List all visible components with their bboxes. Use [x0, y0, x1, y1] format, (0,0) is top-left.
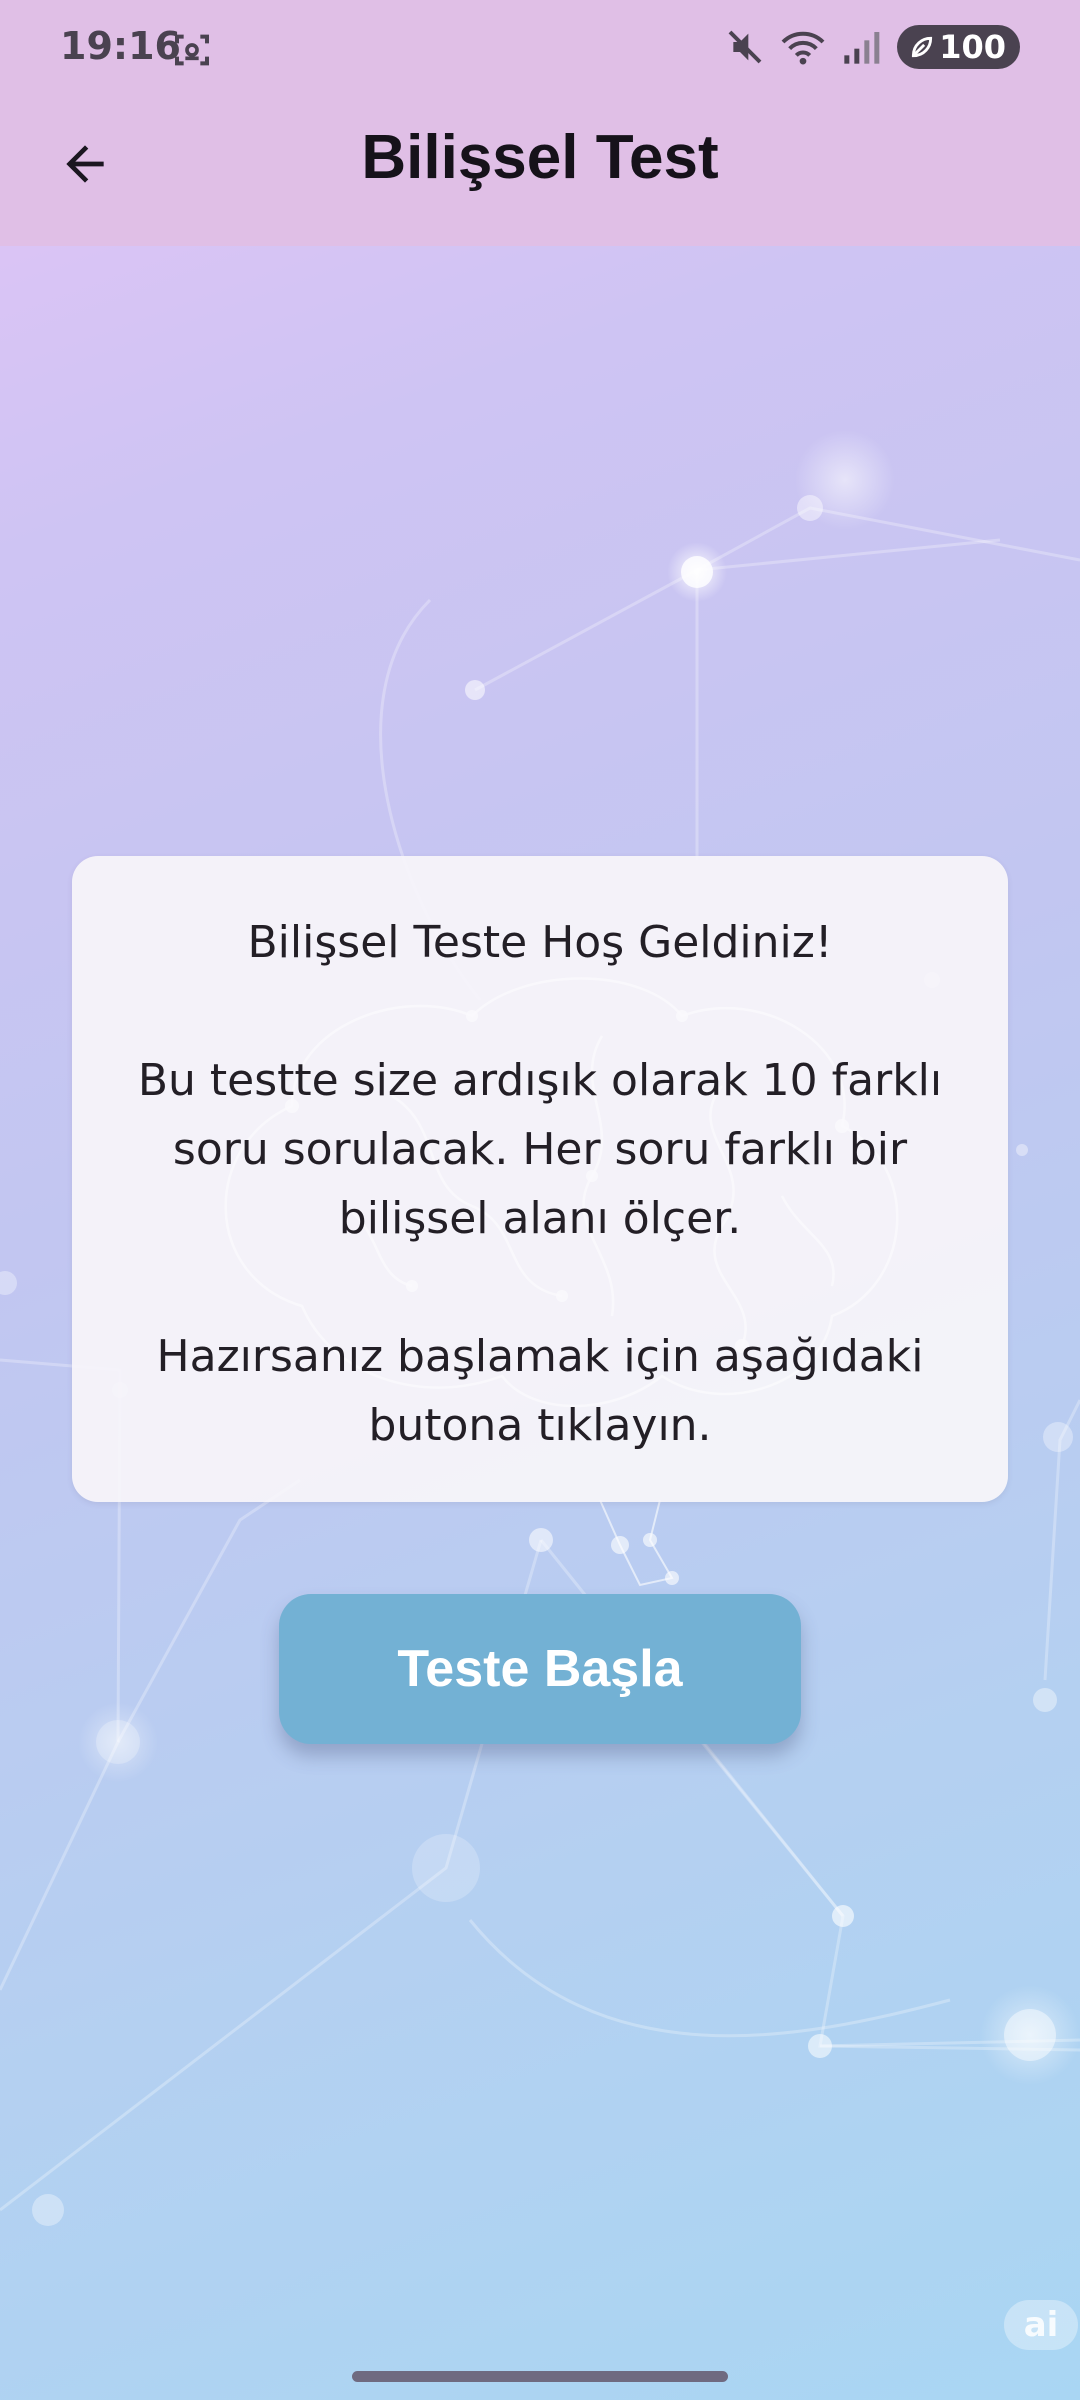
- screenshot-icon: [175, 34, 209, 66]
- mute-icon: [728, 30, 762, 64]
- card-heading: Bilişsel Teste Hoş Geldiniz!: [247, 917, 833, 968]
- status-icons: 100: [725, 24, 1020, 70]
- wifi-icon: [781, 31, 825, 65]
- card-description: Bu testte size ardışık olarak 10 farklı …: [137, 1055, 943, 1244]
- intro-card: Bilişsel Teste Hoş Geldiniz! Bu testte s…: [72, 856, 1008, 1502]
- battery-saver-icon: [912, 36, 933, 58]
- battery-level: 100: [939, 28, 1006, 66]
- status-time: 19:16: [60, 24, 181, 68]
- signal-icon: [844, 32, 880, 64]
- page-title: Bilişsel Test: [361, 123, 719, 192]
- home-indicator[interactable]: [352, 2371, 728, 2382]
- card-instruction: Hazırsanız başlamak için aşağıdaki buton…: [156, 1331, 924, 1451]
- ai-assistant-badge[interactable]: ai: [1004, 2300, 1078, 2350]
- start-test-button[interactable]: Teste Başla: [279, 1594, 801, 1744]
- battery-indicator: 100: [897, 25, 1020, 69]
- status-bar: 19:16 100: [0, 0, 1080, 100]
